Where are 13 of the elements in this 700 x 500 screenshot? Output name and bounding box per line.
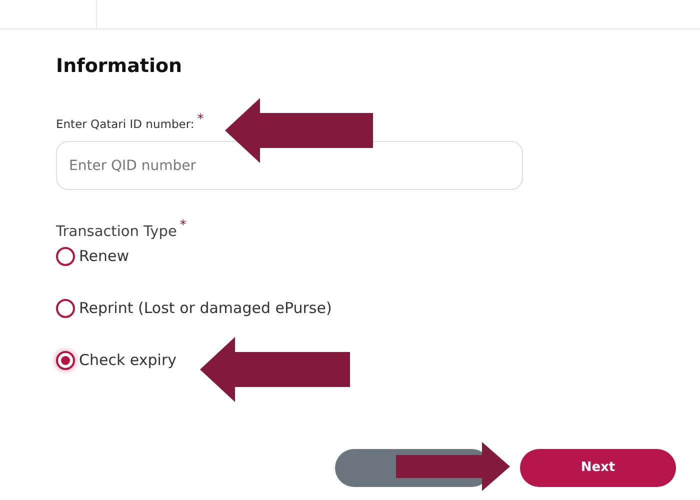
field-label: Enter Qatari ID number: bbox=[56, 116, 194, 131]
option-label: Check expiry bbox=[79, 350, 176, 371]
radio-button[interactable] bbox=[56, 298, 75, 318]
field-label: Transaction Type bbox=[56, 224, 177, 240]
radio-button[interactable] bbox=[56, 350, 75, 370]
section-title: Information bbox=[56, 55, 184, 78]
option-label: Reprint (Lost or damaged ePurse) bbox=[79, 298, 332, 319]
next-button[interactable]: Next bbox=[520, 449, 676, 487]
required-mark: * bbox=[180, 218, 186, 234]
required-mark: * bbox=[197, 112, 204, 127]
radio-button[interactable] bbox=[56, 246, 75, 266]
option-label: Renew bbox=[79, 246, 129, 267]
qid-input-field[interactable]: Enter QID number bbox=[56, 141, 523, 190]
